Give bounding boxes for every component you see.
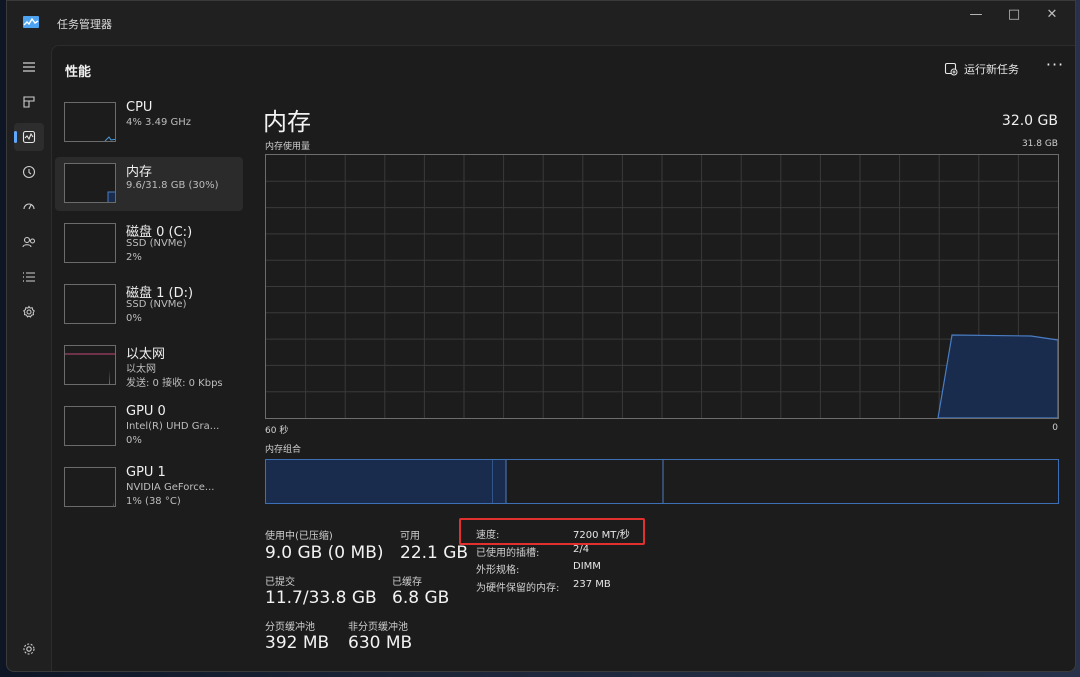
- device-detail: 以太网: [126, 364, 156, 375]
- nav-users[interactable]: [14, 228, 44, 256]
- committed-value: 11.7/33.8 GB: [265, 588, 377, 608]
- device-usage: 1% (38 °C): [126, 496, 181, 507]
- device-detail: NVIDIA GeForce...: [126, 482, 215, 493]
- in-use-label: 使用中(已压缩): [265, 531, 333, 542]
- device-usage: 0%: [126, 313, 142, 324]
- device-gpu-1[interactable]: GPU 1 NVIDIA GeForce... 1% (38 °C): [55, 461, 243, 522]
- nav-app-history[interactable]: [14, 158, 44, 186]
- committed-label: 已提交: [265, 577, 295, 588]
- services-icon: [23, 305, 35, 318]
- axis-left-label: 60 秒: [265, 426, 289, 436]
- device-detail: 4% 3.49 GHz: [126, 117, 192, 128]
- in-use-value: 9.0 GB (0 MB): [265, 543, 384, 563]
- app-history-icon: [22, 165, 36, 179]
- title-bar: 任务管理器 — □ ✕: [7, 1, 1075, 45]
- maximize-icon: □: [1007, 7, 1021, 22]
- device-ethernet[interactable]: 以太网 以太网 发送: 0 接收: 0 Kbps: [55, 339, 243, 400]
- disk-1-thumbnail: [64, 284, 116, 324]
- available-value: 22.1 GB: [400, 543, 469, 563]
- device-usage: 0%: [126, 435, 142, 446]
- device-gpu-0[interactable]: GPU 0 Intel(R) UHD Gra... 0%: [55, 400, 243, 461]
- startup-icon: [23, 203, 35, 210]
- window-title: 任务管理器: [57, 18, 112, 31]
- cpu-thumbnail: [64, 102, 116, 142]
- memory-usage-graph: [265, 154, 1059, 419]
- device-usage: 2%: [126, 252, 142, 263]
- device-name: CPU: [126, 100, 153, 115]
- nav-processes[interactable]: [14, 88, 44, 116]
- composition-in-use: [266, 460, 493, 503]
- device-name: GPU 1: [126, 465, 166, 480]
- nonpaged-pool-label: 非分页缓冲池: [348, 622, 408, 633]
- nav-settings[interactable]: [14, 635, 44, 663]
- memory-usage-chart: [266, 155, 1059, 419]
- maximize-button[interactable]: □: [999, 7, 1029, 23]
- memory-detail-panel: 内存 32.0 GB 内存使用量 31.8 GB 60 秒 0 内存组合 使用中…: [257, 46, 1072, 671]
- device-detail: Intel(R) UHD Gra...: [126, 421, 220, 432]
- device-throughput: 发送: 0 接收: 0 Kbps: [126, 378, 223, 389]
- slots-used-key: 已使用的插槽:: [476, 548, 540, 559]
- nonpaged-pool-value: 630 MB: [348, 633, 413, 653]
- gpu-0-thumbnail: [64, 406, 116, 446]
- close-icon: ✕: [1046, 7, 1058, 22]
- nav-startup[interactable]: [14, 193, 44, 221]
- available-label: 可用: [400, 531, 420, 542]
- cached-value: 6.8 GB: [392, 588, 450, 608]
- processes-icon: [23, 96, 35, 108]
- device-name: 内存: [126, 165, 153, 180]
- hamburger-icon: [23, 62, 35, 72]
- device-detail: SSD (NVMe): [126, 238, 187, 249]
- device-disk-0[interactable]: 磁盘 0 (C:) SSD (NVMe) 2%: [55, 217, 243, 278]
- memory-composition-label: 内存组合: [265, 445, 302, 455]
- form-factor-value: DIMM: [573, 561, 601, 572]
- cached-label: 已缓存: [392, 577, 422, 588]
- hamburger-menu-button[interactable]: [14, 53, 44, 81]
- performance-icon: [22, 130, 36, 144]
- minimize-button[interactable]: —: [961, 7, 991, 23]
- details-icon: [23, 272, 35, 282]
- nav-performance[interactable]: [14, 123, 44, 151]
- task-manager-app-icon: [23, 16, 39, 28]
- slots-used-value: 2/4: [573, 544, 590, 555]
- paged-pool-value: 392 MB: [265, 633, 330, 653]
- axis-right-label: 0: [1052, 423, 1058, 433]
- speed-highlight-box: [459, 518, 645, 545]
- memory-total: 32.0 GB: [1001, 113, 1058, 129]
- users-icon: [22, 236, 35, 248]
- paged-pool-label: 分页缓冲池: [265, 622, 315, 633]
- task-manager-window: 任务管理器 — □ ✕ 性能 运行新任务 ··· CPU 4% 3.49 GHz…: [6, 0, 1076, 672]
- navigation-rail: [7, 45, 51, 671]
- memory-usage-label: 内存使用量: [265, 142, 311, 152]
- memory-composition-bar: [265, 459, 1059, 504]
- device-detail: SSD (NVMe): [126, 299, 187, 310]
- nav-services[interactable]: [14, 298, 44, 326]
- memory-thumbnail: [64, 163, 116, 203]
- ethernet-thumbnail: [64, 345, 116, 385]
- page-title: 性能: [65, 65, 92, 80]
- minimize-icon: —: [969, 7, 983, 22]
- disk-0-thumbnail: [64, 223, 116, 263]
- memory-heading: 内存: [263, 108, 311, 136]
- device-memory[interactable]: 内存 9.6/31.8 GB (30%): [55, 157, 243, 211]
- device-cpu[interactable]: CPU 4% 3.49 GHz: [55, 96, 243, 157]
- composition-modified: [493, 460, 506, 503]
- device-disk-1[interactable]: 磁盘 1 (D:) SSD (NVMe) 0%: [55, 278, 243, 339]
- memory-usage-max: 31.8 GB: [1021, 139, 1058, 149]
- memory-usage-area: [937, 334, 1059, 419]
- device-name: GPU 0: [126, 404, 166, 419]
- hardware-reserved-value: 237 MB: [573, 579, 611, 590]
- nav-details[interactable]: [14, 263, 44, 291]
- gpu-1-thumbnail: [64, 467, 116, 507]
- device-detail: 9.6/31.8 GB (30%): [126, 180, 219, 191]
- content-area: 性能 运行新任务 ··· CPU 4% 3.49 GHz 内存 9.6/31.8…: [51, 45, 1075, 671]
- device-list: CPU 4% 3.49 GHz 内存 9.6/31.8 GB (30%) 磁盘 …: [55, 96, 243, 522]
- form-factor-key: 外形规格:: [476, 565, 520, 576]
- close-button[interactable]: ✕: [1037, 7, 1067, 23]
- settings-icon: [23, 643, 35, 655]
- hardware-reserved-key: 为硬件保留的内存:: [476, 583, 560, 594]
